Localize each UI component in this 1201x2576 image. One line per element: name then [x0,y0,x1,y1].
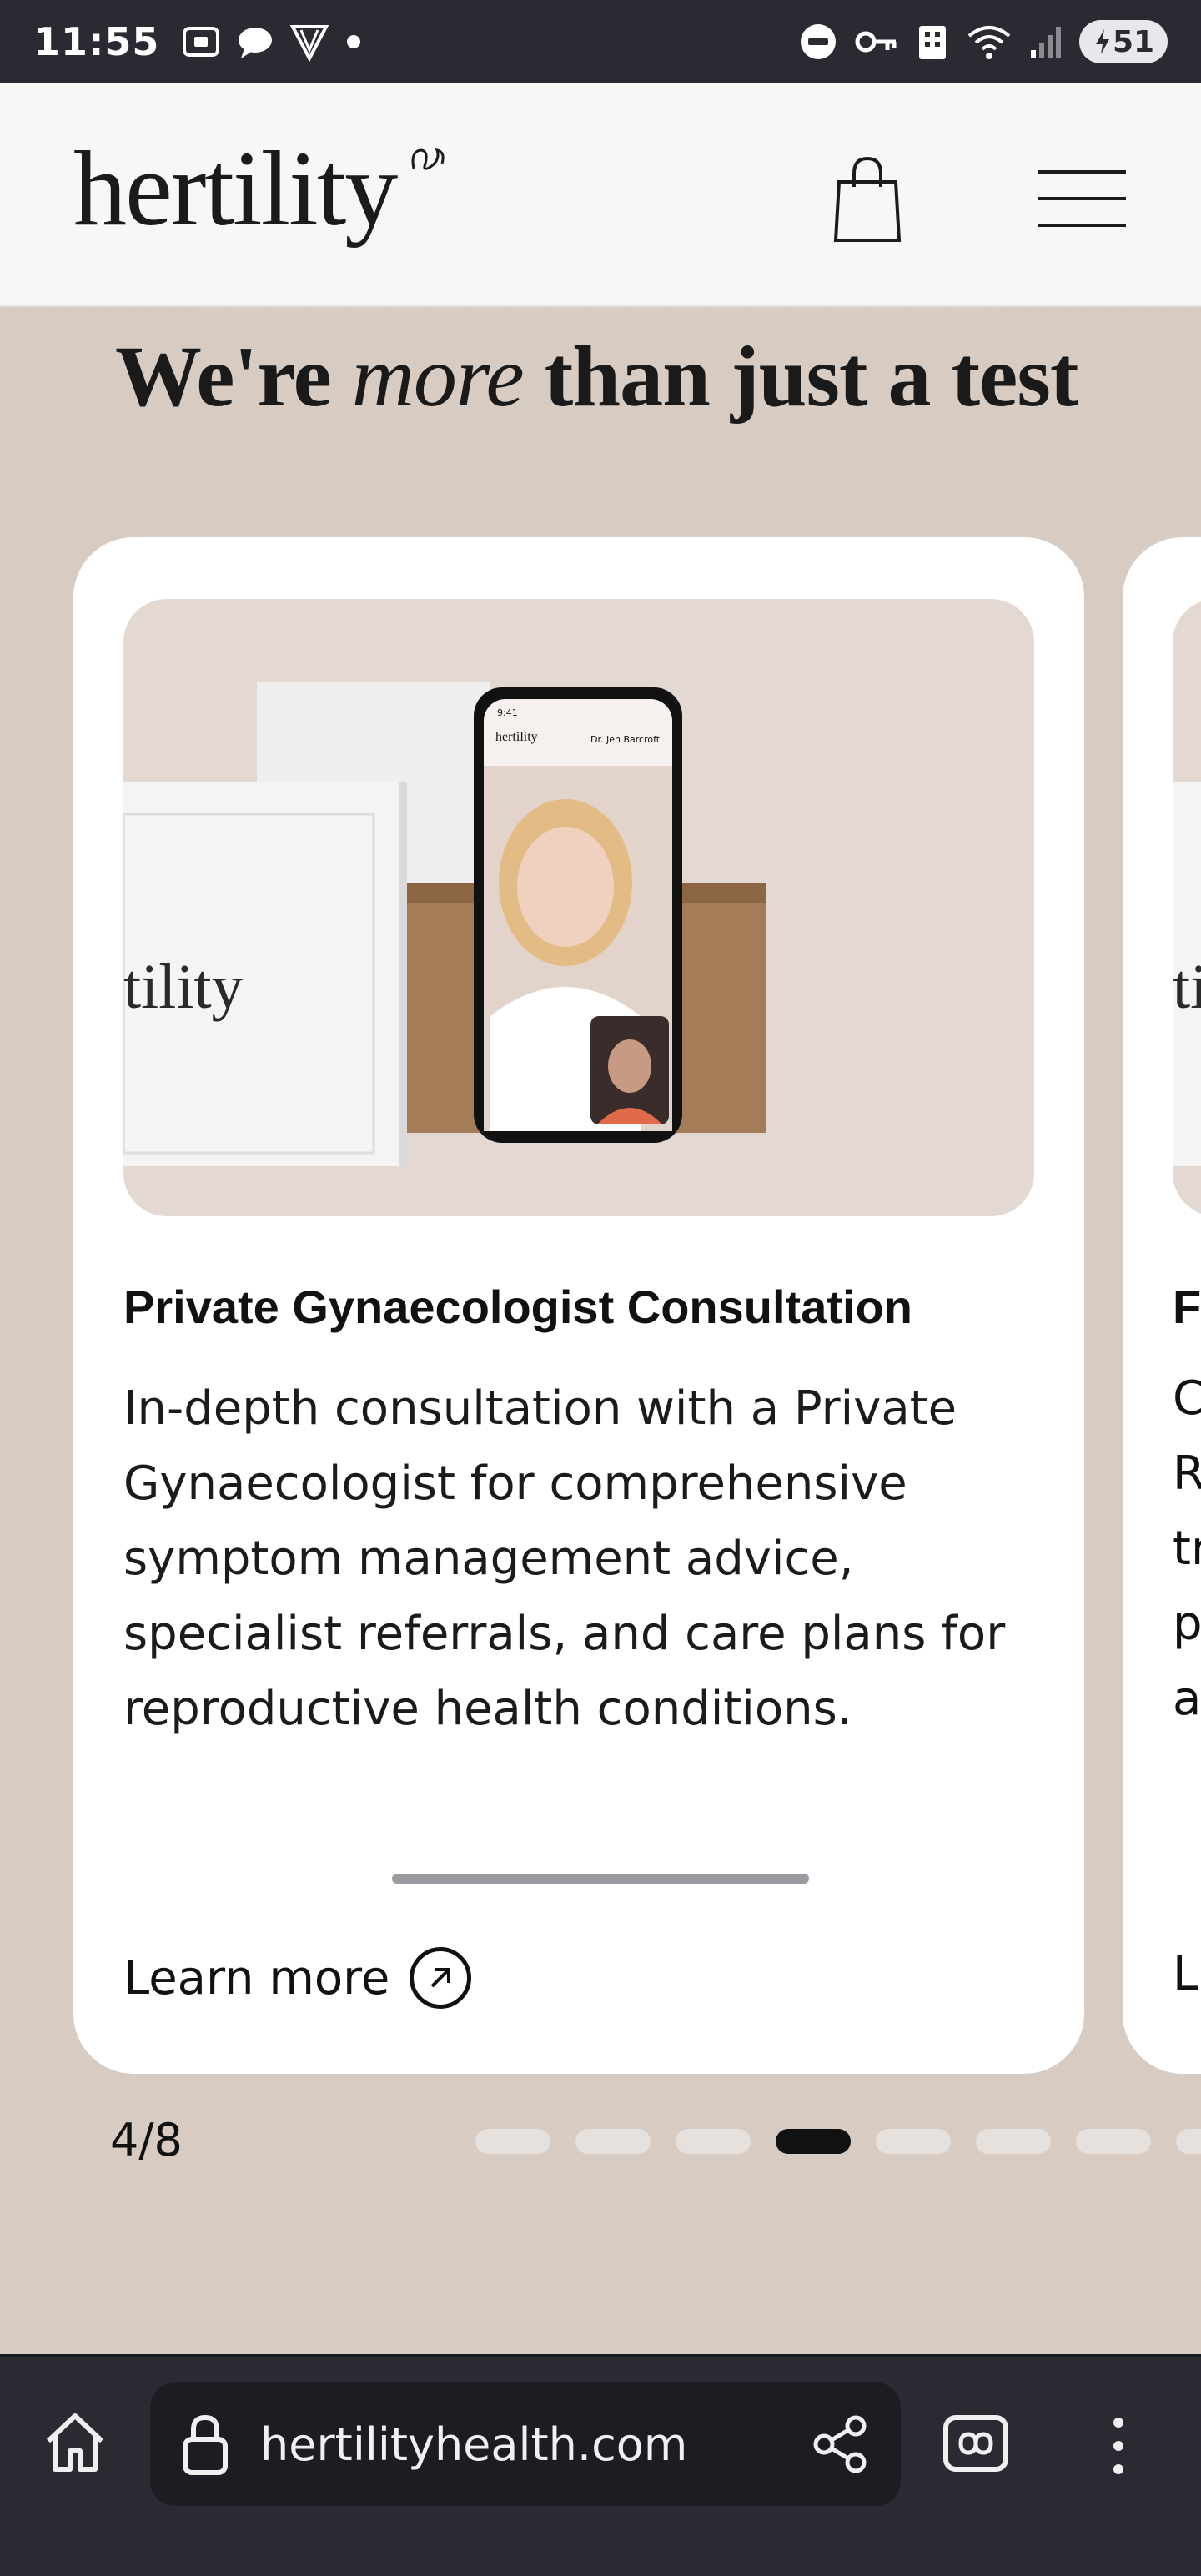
card-image: tility 9:41 hertility Dr. Jen Barcroft [123,599,1034,1216]
pagination-dot-7[interactable] [1076,2129,1151,2154]
do-not-disturb-icon [801,24,836,59]
url-text[interactable]: hertilityhealth.com [260,2418,687,2471]
battery-icon: 51 [1079,20,1168,63]
card-description: In-depth consultation with a Private Gyn… [123,1381,1006,1736]
building-icon [919,26,946,59]
pagination-dot-2[interactable] [575,2129,651,2154]
wifi-icon [967,26,1011,59]
next-desc-line-2: R [1173,1446,1201,1501]
more-vert-icon[interactable] [1106,2414,1131,2478]
pagination-dot-4[interactable] [776,2129,851,2154]
feature-card: tility 9:41 hertility Dr. Jen Barcroft P… [73,537,1084,2074]
share-icon[interactable] [811,2414,871,2474]
shopping-bag-icon[interactable] [826,153,909,245]
card-title: Private Gynaecologist Consultation [123,1280,912,1333]
phone-time: 9:41 [497,707,518,718]
home-icon[interactable] [40,2407,110,2478]
arrow-up-right-icon [410,1947,472,2009]
chat-icon [239,28,273,58]
dot-icon [347,35,361,48]
pagination-dot-6[interactable] [976,2129,1051,2154]
next-desc-line-1: C [1173,1371,1201,1426]
next-card-title: F [1173,1280,1201,1333]
pagination-dot-1[interactable] [475,2129,550,2154]
next-box-logo-text: ti [1173,952,1201,1022]
vpn-shield-icon [290,25,329,62]
battery-level: 51 [1112,24,1155,59]
headline-pre: We're [115,329,352,425]
pagination-dot-5[interactable] [876,2129,951,2154]
pagination-dot-3[interactable] [676,2129,751,2154]
next-desc-line-3: tr [1173,1522,1201,1576]
section-headline: We're more than just a test [115,327,1078,426]
feature-card-next[interactable]: ti F C R tr p a L [1123,537,1201,2074]
learn-more-link[interactable]: Learn more [123,1947,472,2009]
pagination-count: 4/8 [110,2114,183,2166]
status-time: 11:55 [33,19,160,64]
hertility-logo[interactable]: hertility [73,135,398,242]
key-icon [855,31,897,53]
site-header: hertility [0,83,1201,307]
hamburger-menu-icon[interactable] [1038,165,1126,232]
box-logo-text: tility [123,952,244,1022]
status-right-icons: 51 [799,20,1168,63]
logo-swirl-icon [411,148,445,170]
url-bar[interactable]: hertilityhealth.com [150,2382,901,2506]
gesture-nav-bar[interactable] [392,1874,809,1884]
phone-doctor: Dr. Jen Barcroft [590,734,661,745]
next-card-link[interactable]: L [1173,1947,1198,2001]
headline-post: than just a test [523,329,1079,425]
status-left-icons [181,22,363,62]
pagination-dot-8[interactable] [1176,2129,1201,2154]
lock-icon[interactable] [180,2412,230,2476]
browser-toolbar: hertilityhealth.com [0,2354,1201,2576]
next-desc-line-5: a [1173,1672,1201,1726]
features-section: We're more than just a test tility 9:41 [0,309,1201,2352]
status-bar: 11:55 51 [0,0,1201,83]
next-card-image: ti [1173,599,1201,1216]
headline-emphasis: more [351,329,525,425]
next-product-photo: ti [1173,782,1201,1166]
signal-icon [1031,27,1061,58]
learn-more-label: Learn more [123,1950,390,2005]
charging-icon [1095,29,1109,54]
phone-brand: hertility [495,730,538,744]
product-photo: tility 9:41 hertility Dr. Jen Barcroft [123,682,766,1166]
pagination-dots [475,2129,1201,2154]
screenshot-icon [183,27,220,57]
next-desc-line-4: p [1173,1597,1201,1651]
tab-switcher-icon[interactable] [942,2414,1009,2473]
